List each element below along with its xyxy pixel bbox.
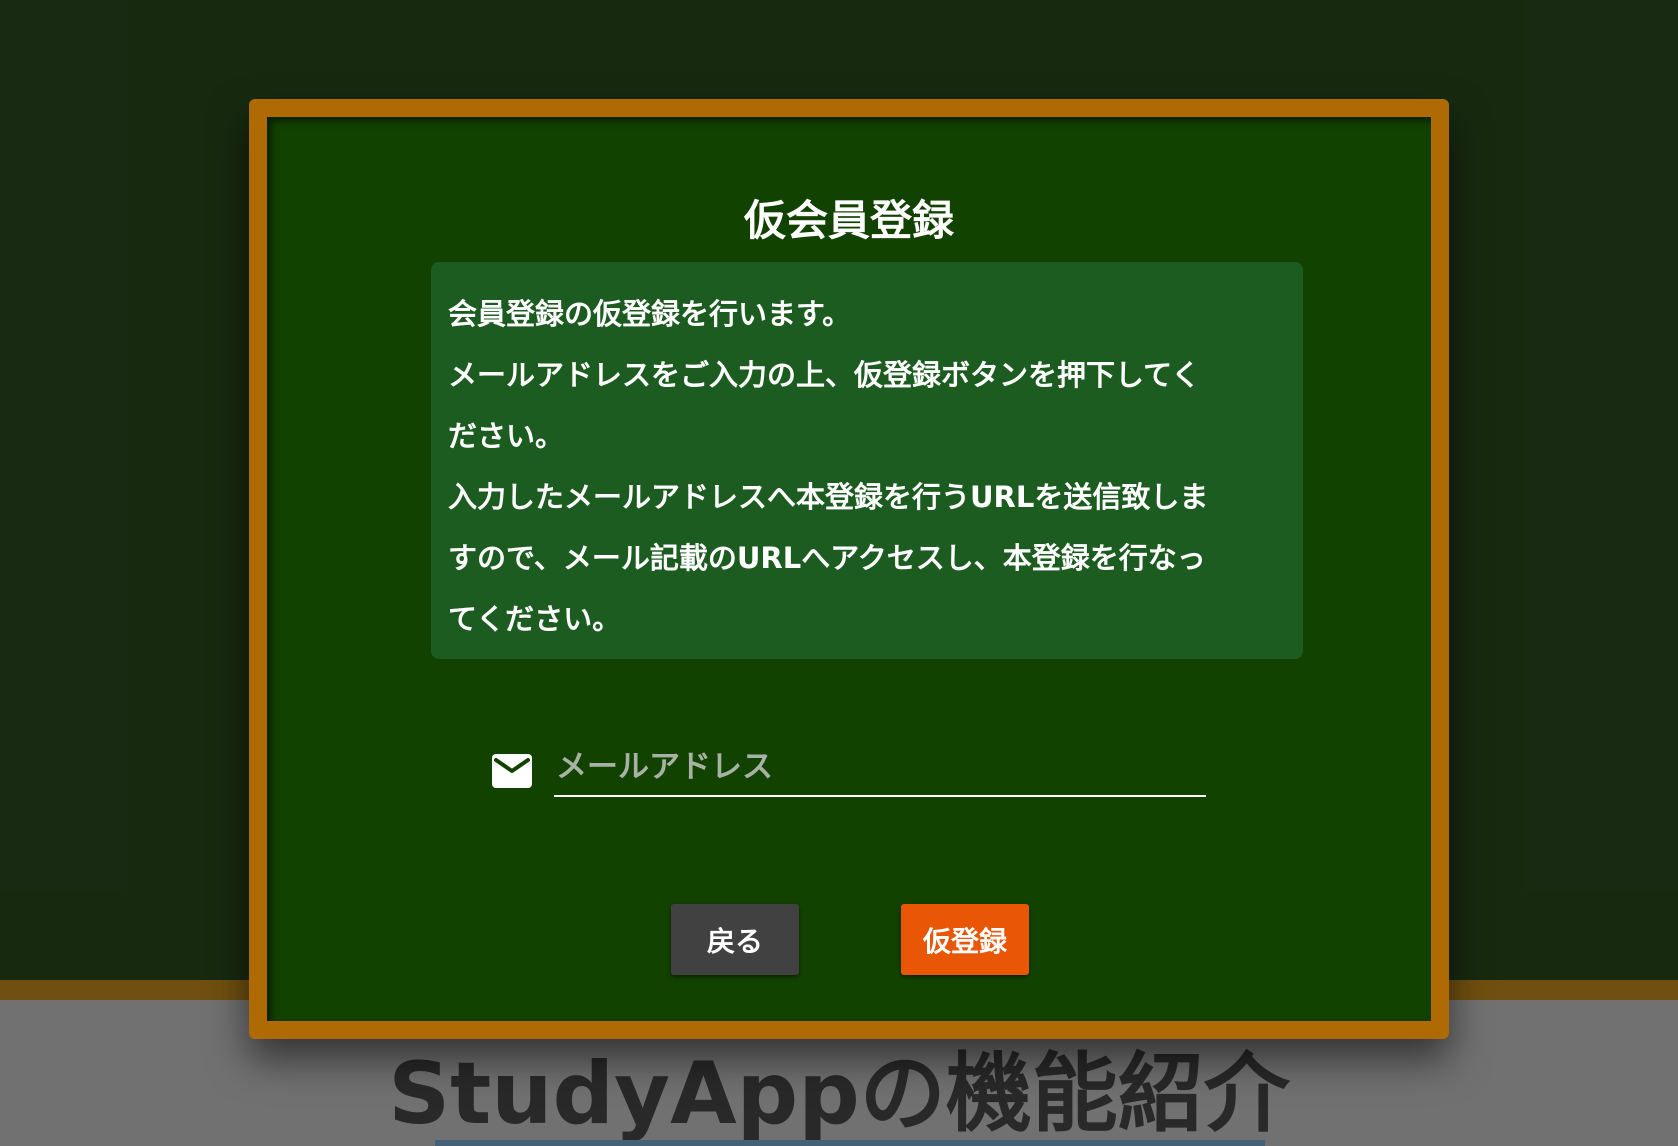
description-line: 会員登録の仮登録を行います。 bbox=[448, 297, 852, 331]
back-button[interactable]: 戻る bbox=[671, 904, 799, 975]
page: StudyAppの機能紹介 仮会員登録 会員登録の仮登録を行います。 メールアド… bbox=[0, 0, 1678, 1146]
description-line: すので、メール記載のURLへアクセスし、本登録を行なっ bbox=[448, 541, 1206, 575]
modal-title: 仮会員登録 bbox=[743, 196, 954, 245]
mail-icon bbox=[492, 754, 532, 788]
description-line: 入力したメールアドレスへ本登録を行うURLを送信致しま bbox=[448, 480, 1209, 514]
provisional-register-button[interactable]: 仮登録 bbox=[901, 904, 1029, 975]
description-line: ださい。 bbox=[448, 419, 565, 453]
description-line: メールアドレスをご入力の上、仮登録ボタンを押下してく bbox=[448, 358, 1201, 392]
description-line: てください。 bbox=[448, 602, 622, 636]
description-box: 会員登録の仮登録を行います。 メールアドレスをご入力の上、仮登録ボタンを押下して… bbox=[431, 262, 1303, 659]
email-input[interactable] bbox=[554, 743, 1206, 797]
registration-modal: 仮会員登録 会員登録の仮登録を行います。 メールアドレスをご入力の上、仮登録ボタ… bbox=[249, 99, 1449, 1039]
